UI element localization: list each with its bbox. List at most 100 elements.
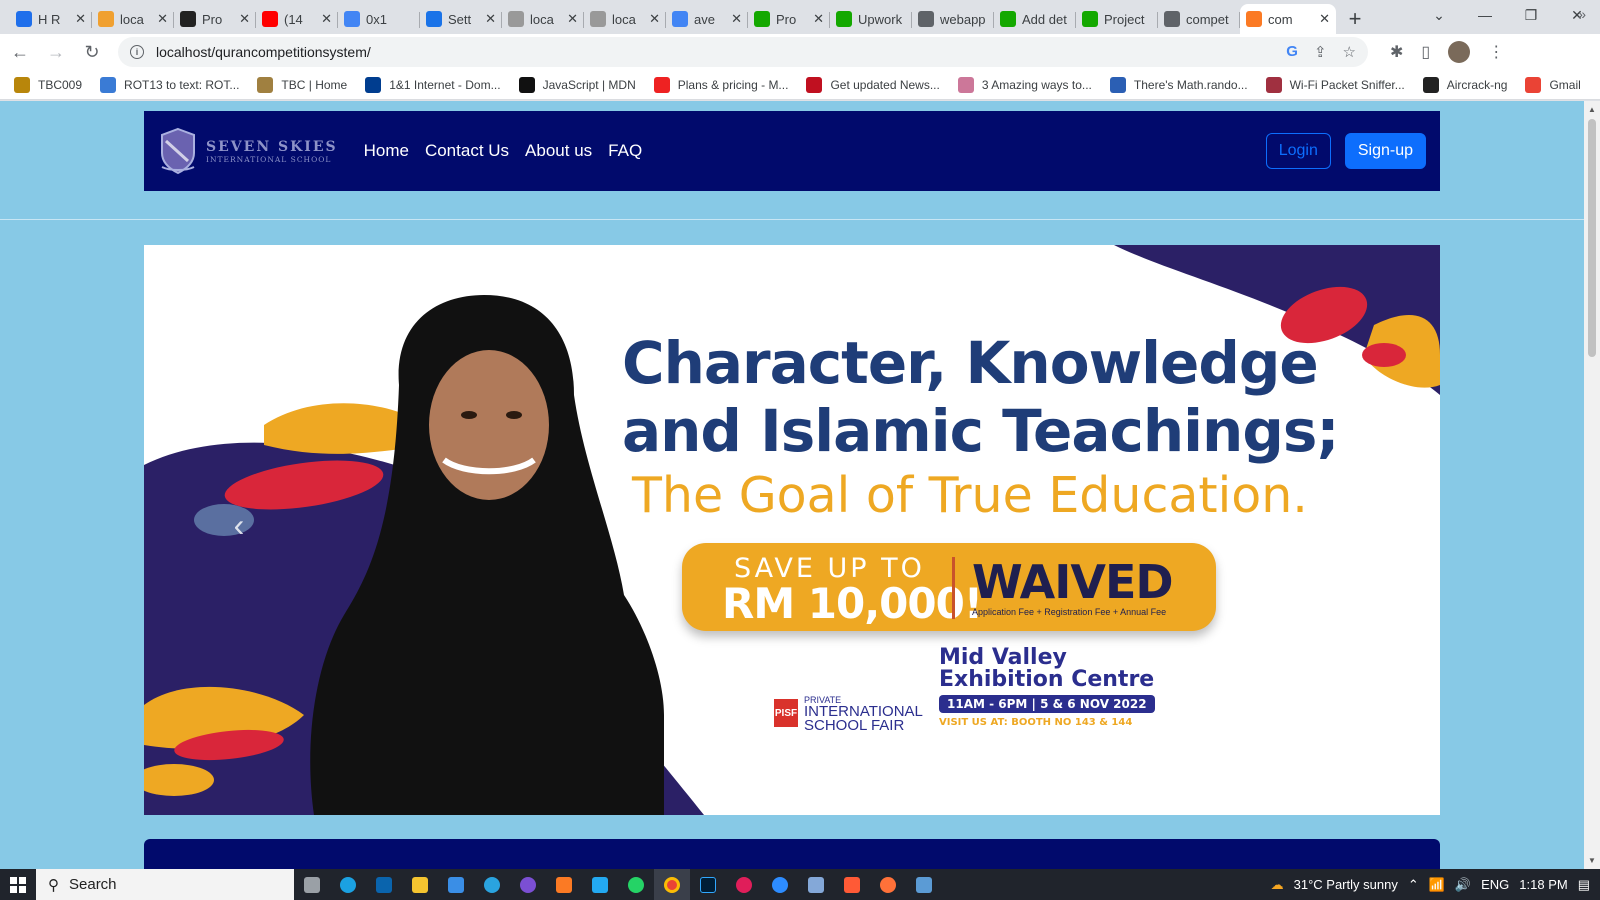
minimize-icon[interactable]: — [1462,0,1508,30]
page-scrollbar[interactable]: ▲ ▼ [1584,101,1600,869]
slack-icon[interactable] [726,869,762,900]
scrollbar-thumb[interactable] [1588,119,1596,357]
app-icon[interactable] [510,869,546,900]
bookmark-star-icon[interactable]: ☆ [1343,43,1356,61]
photoshop-icon[interactable] [690,869,726,900]
back-icon[interactable]: ← [4,36,36,68]
close-tab-icon[interactable]: ✕ [157,11,168,27]
clock[interactable]: 1:18 PM [1519,877,1567,892]
close-tab-icon[interactable]: ✕ [731,11,742,27]
signup-button[interactable]: Sign-up [1344,133,1426,169]
address-url[interactable]: localhost/qurancompetitionsystem/ [156,44,1286,60]
share-icon[interactable]: ⇪ [1314,43,1327,61]
network-icon[interactable]: 📶 [1429,877,1445,893]
nav-faq[interactable]: FAQ [608,141,642,161]
bookmark-item[interactable]: JavaScript | MDN [518,76,636,93]
file-explorer-icon[interactable] [402,869,438,900]
notification-icon[interactable]: ▤ [1578,877,1590,893]
bookmark-item[interactable]: TBC | Home [257,76,347,93]
firefox-icon[interactable] [870,869,906,900]
fair-logo: PISF PRIVATE INTERNATIONAL SCHOOL FAIR [774,695,923,733]
browser-tab[interactable]: H R ✕ [10,4,92,34]
restore-icon[interactable]: ❐ [1508,0,1554,30]
browser-tab[interactable]: loca ✕ [584,4,666,34]
store-icon[interactable] [438,869,474,900]
zoom-icon[interactable] [762,869,798,900]
bookmark-item[interactable]: Plans & pricing - M... [653,76,788,93]
mail-icon[interactable] [366,869,402,900]
google-lens-icon[interactable]: G [1286,43,1298,61]
vscode-icon[interactable] [582,869,618,900]
bookmark-item[interactable]: Aircrack-ng [1422,76,1507,93]
extensions-icon[interactable]: ✱ [1390,42,1403,62]
edge-icon[interactable] [330,869,366,900]
close-tab-icon[interactable]: ✕ [321,11,332,27]
browser-tab[interactable]: Pro ✕ [174,4,256,34]
browser-tab[interactable]: Sett ✕ [420,4,502,34]
venue-name-1: Mid Valley [939,645,1067,670]
school-logo[interactable]: SEVEN SKIES INTERNATIONAL SCHOOL [158,127,338,175]
site-info-icon[interactable]: i [130,45,144,59]
browser-tab[interactable]: Pro ✕ [748,4,830,34]
browser-tab[interactable]: (14 ✕ [256,4,338,34]
bookmarks-overflow-icon[interactable]: » [1578,6,1586,22]
bookmark-item[interactable]: There's Math.rando... [1109,76,1248,93]
browser-tab[interactable]: compet [1158,4,1240,34]
bookmark-item[interactable]: 3 Amazing ways to... [957,76,1092,93]
browser-tab[interactable]: loca ✕ [92,4,174,34]
profile-avatar[interactable] [1448,41,1471,63]
close-tab-icon[interactable]: ✕ [485,11,496,27]
virtualbox-icon[interactable] [798,869,834,900]
scroll-down-icon[interactable]: ▼ [1588,856,1596,865]
browser-tab[interactable]: Add det [994,4,1076,34]
taskbar-search[interactable]: ⚲ Search [36,869,294,900]
browser-tab[interactable]: Project [1076,4,1158,34]
nav-about-us[interactable]: About us [525,141,592,161]
nav-home[interactable]: Home [364,141,409,161]
menu-icon[interactable]: ⋮ [1488,42,1504,62]
windows-start-icon[interactable] [0,869,36,900]
app-icon[interactable] [906,869,942,900]
bookmark-item[interactable]: TBC009 [14,76,82,93]
close-window-icon[interactable]: ✕ [1554,0,1600,30]
browser-tab[interactable]: 0x1 [338,4,420,34]
task-view-icon[interactable] [294,869,330,900]
nav-contact-us[interactable]: Contact Us [425,141,509,161]
chrome-icon[interactable] [654,869,690,900]
bookmark-item[interactable]: Get updated News... [806,76,940,93]
browser-tab[interactable]: ave ✕ [666,4,748,34]
language-indicator[interactable]: ENG [1481,877,1509,892]
bookmark-item[interactable]: 1&1 Internet - Dom... [365,76,501,93]
reload-icon[interactable]: ↻ [76,36,108,68]
browser-tab[interactable]: webapp [912,4,994,34]
whatsapp-icon[interactable] [618,869,654,900]
side-panel-icon[interactable]: ▯ [1421,42,1430,62]
close-tab-icon[interactable]: ✕ [813,11,824,27]
telegram-icon[interactable] [474,869,510,900]
venue-time: 11AM - 6PM | 5 & 6 NOV 2022 [939,695,1155,713]
browser-tab[interactable]: Upwork [830,4,912,34]
bookmark-item[interactable]: ROT13 to text: ROT... [100,76,239,93]
close-tab-icon[interactable]: ✕ [567,11,578,27]
address-bar[interactable]: i localhost/qurancompetitionsystem/ G ⇪ … [118,37,1368,67]
login-button[interactable]: Login [1265,133,1331,169]
weather-text[interactable]: 31°C Partly sunny [1294,877,1398,892]
weather-icon[interactable]: ☁ [1271,877,1284,893]
browser-tab[interactable]: loca ✕ [502,4,584,34]
volume-icon[interactable]: 🔊 [1455,877,1471,893]
tray-chevron-icon[interactable]: ⌃ [1408,877,1419,893]
bookmark-item[interactable]: Gmail [1525,76,1581,93]
close-tab-icon[interactable]: ✕ [75,11,86,27]
xampp-icon[interactable] [546,869,582,900]
close-tab-icon[interactable]: ✕ [239,11,250,27]
tab-search-icon[interactable]: ⌄ [1416,0,1462,30]
forward-icon[interactable]: → [40,36,72,68]
new-tab-button[interactable]: + [1340,4,1370,34]
scroll-up-icon[interactable]: ▲ [1588,105,1596,114]
bookmark-item[interactable]: Wi-Fi Packet Sniffer... [1265,76,1405,93]
carousel-prev-button[interactable]: ‹ [224,500,254,550]
browser-tab[interactable]: com ✕ [1240,4,1336,34]
pdf-icon[interactable] [834,869,870,900]
close-tab-icon[interactable]: ✕ [649,11,660,27]
close-tab-icon[interactable]: ✕ [1319,11,1330,27]
